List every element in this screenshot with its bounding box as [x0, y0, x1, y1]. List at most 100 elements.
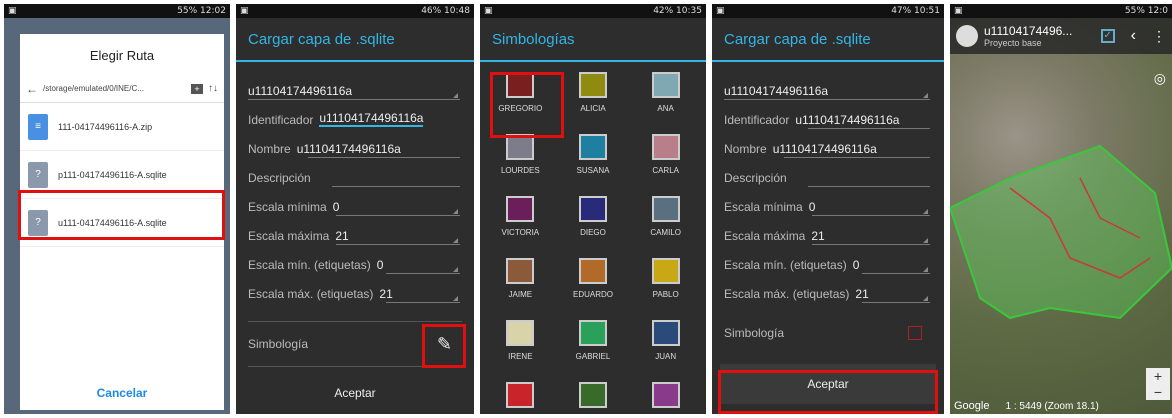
- symbology-label: PABLO: [652, 290, 679, 299]
- nombre-input[interactable]: u11104174496116a: [297, 142, 401, 156]
- escala-max-etiquetas-value: 21: [855, 287, 869, 301]
- symbology-swatch: [651, 320, 680, 346]
- screen-file-chooser: ▣ 55% 12:02 Elegir Ruta ← /storage/emula…: [4, 4, 230, 414]
- sort-icon[interactable]: ↑↓: [208, 83, 218, 94]
- escala-min-label: Escala mínima: [724, 200, 803, 214]
- escala-max-label: Escala máxima: [248, 229, 330, 243]
- layer-select-value: u11104174496116a: [248, 84, 353, 98]
- google-logo: Google: [954, 400, 990, 412]
- dropdown-arrow-icon: [453, 238, 458, 243]
- symbology-item[interactable]: CARLA: [629, 134, 702, 190]
- escala-max-etiquetas-label: Escala máx. (etiquetas): [724, 287, 850, 301]
- symbology-item[interactable]: IRENE: [484, 320, 557, 376]
- dialog-title: Cargar capa de .sqlite: [236, 18, 474, 62]
- symbology-item[interactable]: JUAN: [629, 320, 702, 376]
- accept-button[interactable]: Aceptar: [236, 386, 474, 400]
- dropdown-arrow-icon: [453, 296, 458, 301]
- symbology-item[interactable]: VICTORIA: [484, 196, 557, 252]
- symbology-item[interactable]: LOURDES: [484, 134, 557, 190]
- file-item[interactable]: ≡ 111-04174496116-A.zip: [20, 103, 224, 151]
- identificador-input[interactable]: u11104174496116a: [795, 113, 899, 127]
- dropdown-arrow-icon: [453, 93, 458, 98]
- symbology-item[interactable]: DIEGO: [557, 196, 630, 252]
- new-folder-icon[interactable]: +: [191, 83, 203, 94]
- dialog-title: Cargar capa de .sqlite: [712, 18, 944, 62]
- escala-min-value: 0: [808, 200, 816, 214]
- symbology-item[interactable]: GABRIEL: [557, 320, 630, 376]
- symbology-swatch: [651, 134, 680, 160]
- symbology-item[interactable]: MATILDE: [557, 382, 630, 414]
- descripcion-row: Descripción: [712, 162, 944, 191]
- symbology-label: JAIME: [508, 290, 533, 299]
- screen-map: ▣ 55% 12:0 u11104174496... Proyecto base…: [950, 4, 1172, 414]
- identificador-row: Identificador u11104174496116a: [236, 104, 474, 133]
- symbology-item[interactable]: CAMILO: [629, 196, 702, 252]
- symbology-item[interactable]: EDUARDO: [557, 258, 630, 314]
- symbology-item[interactable]: PABLO: [629, 258, 702, 314]
- app-logo-icon[interactable]: [956, 25, 978, 47]
- overflow-menu-icon[interactable]: ⋮: [1152, 28, 1166, 45]
- descripcion-label: Descripción: [248, 171, 311, 185]
- symbology-item[interactable]: ANA: [629, 72, 702, 128]
- selected-symbology-swatch[interactable]: [908, 326, 922, 340]
- checklist-icon[interactable]: ✓: [1100, 29, 1115, 43]
- notification-icon: ▣: [716, 6, 725, 16]
- descripcion-input[interactable]: [332, 186, 460, 187]
- escala-max-label: Escala máxima: [724, 229, 806, 243]
- status-bar: ▣ 55% 12:0: [950, 4, 1172, 18]
- zoom-out-button[interactable]: −: [1154, 384, 1162, 400]
- simbologia-row: Simbología: [712, 307, 944, 359]
- dropdown-arrow-icon: [923, 238, 928, 243]
- layer-polygon: [950, 144, 1172, 320]
- symbology-swatch: [506, 196, 535, 222]
- highlight-box: [718, 370, 938, 414]
- cancel-button[interactable]: Cancelar: [20, 386, 224, 400]
- status-battery-time: 47% 10:51: [891, 6, 940, 16]
- status-bar: ▣ 42% 10:35: [480, 4, 706, 18]
- symbology-item[interactable]: ALICIA: [557, 72, 630, 128]
- identificador-input[interactable]: u11104174496116a: [319, 111, 424, 127]
- satellite-map[interactable]: [950, 18, 1172, 414]
- location-icon[interactable]: ◎: [1154, 70, 1166, 87]
- symbology-item[interactable]: REBECA: [629, 382, 702, 414]
- escala-max-etiquetas-row[interactable]: Escala máx. (etiquetas) 21: [712, 278, 944, 307]
- file-name: p111-04174496116-A.sqlite: [58, 169, 167, 180]
- nombre-row: Nombre u11104174496116a: [236, 133, 474, 162]
- descripcion-label: Descripción: [724, 171, 787, 185]
- escala-min-etiquetas-label: Escala mín. (etiquetas): [248, 258, 371, 272]
- screen-symbologies: ▣ 42% 10:35 Simbologías GREGORIO ALICIA AN…: [480, 4, 706, 414]
- database-file-icon: ?: [28, 161, 48, 188]
- escala-max-row[interactable]: Escala máxima 21: [236, 220, 474, 249]
- symbology-label: EDUARDO: [572, 290, 613, 299]
- escala-min-row[interactable]: Escala mínima 0: [236, 191, 474, 220]
- escala-min-row[interactable]: Escala mínima 0: [712, 191, 944, 220]
- symbology-swatch: [578, 320, 607, 346]
- zoom-in-button[interactable]: +: [1154, 368, 1162, 384]
- back-icon[interactable]: ‹: [1131, 27, 1136, 45]
- status-battery-time: 42% 10:35: [653, 6, 702, 16]
- status-bar: ▣ 46% 10:48: [236, 4, 474, 18]
- status-bar: ▣ 47% 10:51: [712, 4, 944, 18]
- symbology-item[interactable]: SOFIA: [484, 382, 557, 414]
- symbology-swatch: [651, 382, 680, 408]
- path-bar: ← /storage/emulated/0/INE/C... + ↑↓: [20, 75, 224, 103]
- simbologia-label: Simbología: [724, 326, 785, 340]
- symbology-item[interactable]: JAIME: [484, 258, 557, 314]
- descripcion-input[interactable]: [808, 186, 930, 187]
- notification-icon: ▣: [954, 6, 963, 16]
- escala-max-row[interactable]: Escala máxima 21: [712, 220, 944, 249]
- symbology-item[interactable]: SUSANA: [557, 134, 630, 190]
- symbology-label: IRENE: [508, 352, 533, 361]
- symbology-swatch: [578, 196, 607, 222]
- layer-select[interactable]: u11104174496116a: [712, 62, 944, 104]
- identificador-label: Identificador: [248, 113, 314, 127]
- back-arrow-icon[interactable]: ←: [26, 82, 38, 96]
- nombre-input[interactable]: u11104174496116a: [773, 142, 877, 156]
- escala-min-etiquetas-row[interactable]: Escala mín. (etiquetas) 0: [236, 249, 474, 278]
- status-battery-time: 55% 12:0: [1124, 6, 1168, 16]
- layer-select[interactable]: u11104174496116a: [236, 62, 474, 104]
- symbology-label: CARLA: [652, 166, 679, 175]
- map-toolbar: u11104174496... Proyecto base ✓ ‹ ⋮: [950, 18, 1172, 54]
- escala-max-etiquetas-row[interactable]: Escala máx. (etiquetas) 21: [236, 278, 474, 307]
- escala-min-etiquetas-row[interactable]: Escala mín. (etiquetas) 0: [712, 249, 944, 278]
